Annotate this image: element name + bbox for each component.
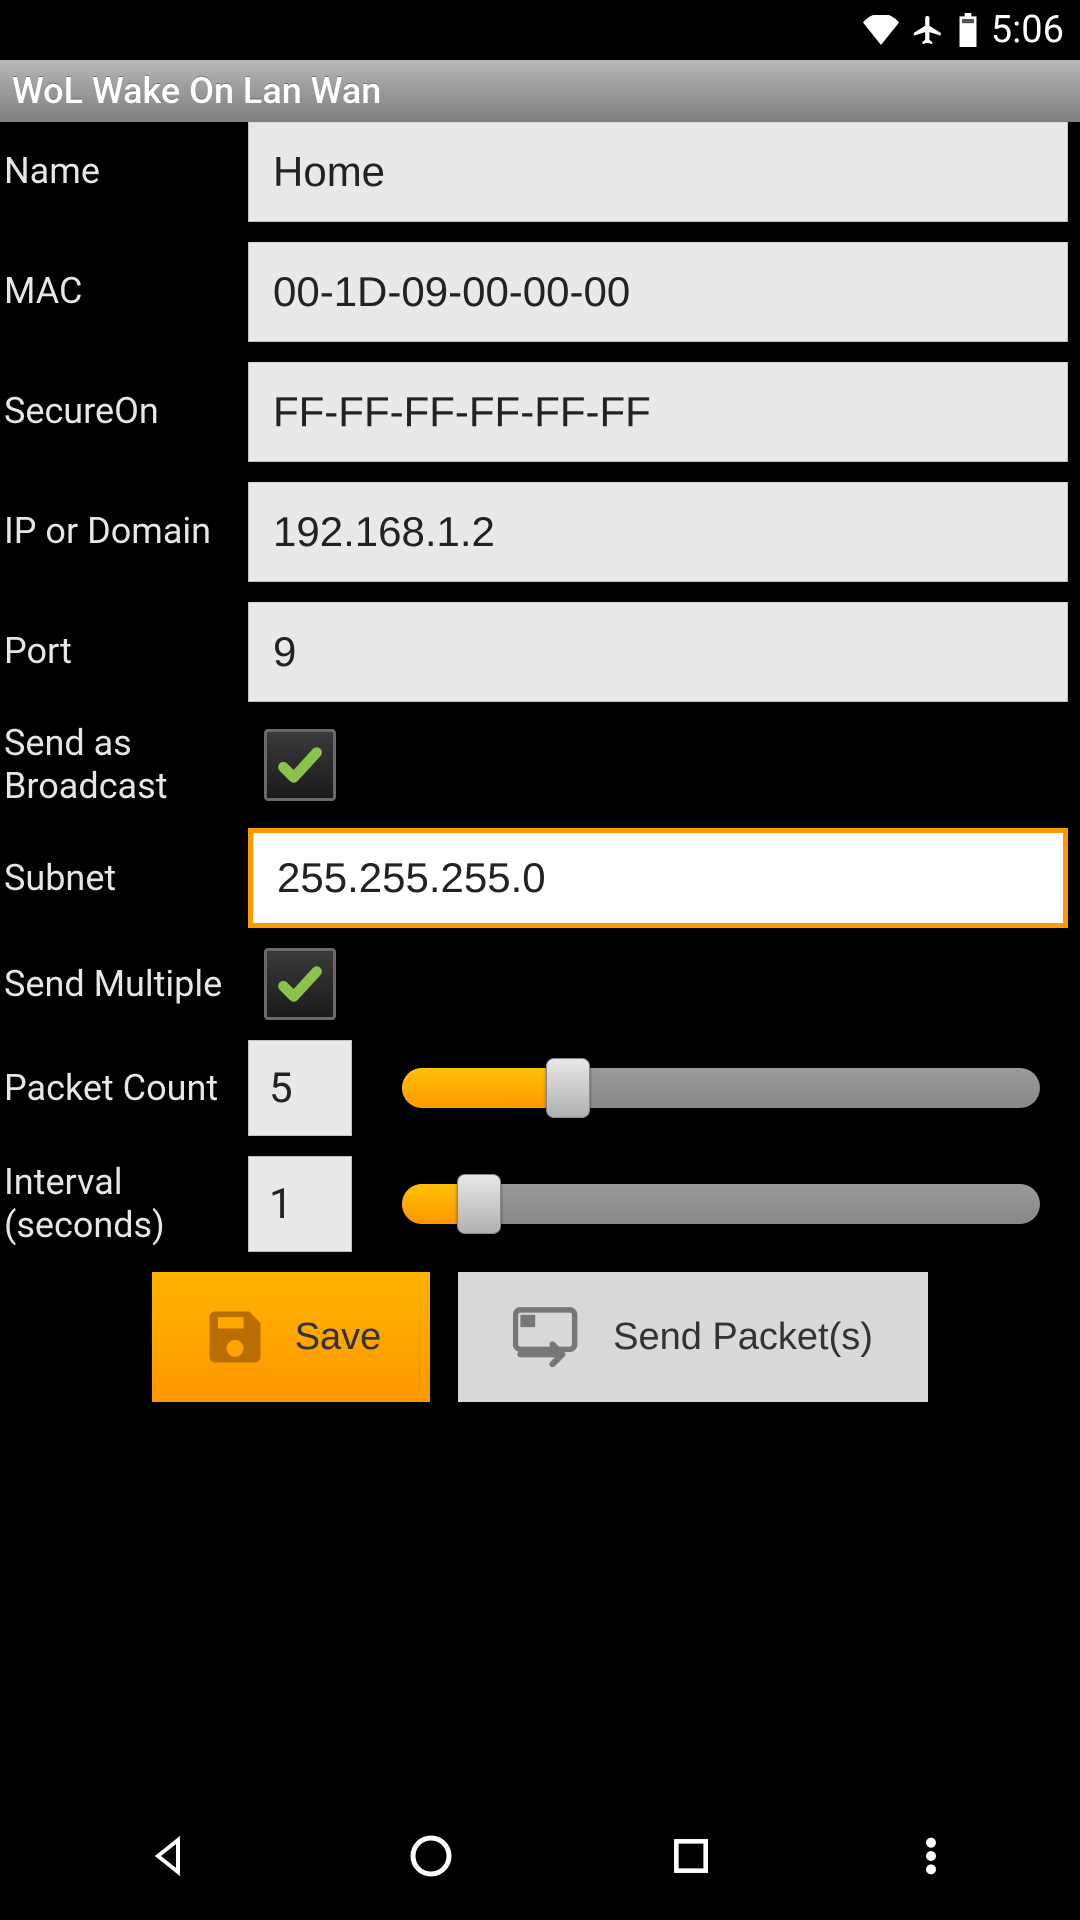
interval-value[interactable]: 1 <box>248 1156 352 1252</box>
app-title: WoL Wake On Lan Wan <box>12 70 381 112</box>
save-button-label: Save <box>295 1316 382 1359</box>
name-input[interactable] <box>248 122 1068 222</box>
label-broadcast: Send as Broadcast <box>0 722 248 808</box>
wifi-icon <box>863 15 899 45</box>
row-mac: MAC <box>0 242 1080 342</box>
row-multiple: Send Multiple <box>0 948 1080 1020</box>
airplane-icon <box>911 13 945 47</box>
packet-count-slider[interactable] <box>402 1068 1040 1108</box>
multiple-checkbox[interactable] <box>264 948 336 1020</box>
row-broadcast: Send as Broadcast <box>0 722 1080 808</box>
save-icon <box>201 1303 269 1371</box>
ip-input[interactable] <box>248 482 1068 582</box>
broadcast-checkbox[interactable] <box>264 729 336 801</box>
slider-thumb[interactable] <box>546 1058 590 1118</box>
label-secureon: SecureOn <box>0 390 248 433</box>
row-name: Name <box>0 122 1080 222</box>
row-subnet: Subnet <box>0 828 1080 928</box>
row-packet-count: Packet Count 5 <box>0 1040 1080 1136</box>
label-packet-count: Packet Count <box>0 1067 248 1110</box>
action-buttons: Save Send Packet(s) <box>0 1272 1080 1402</box>
secureon-input[interactable] <box>248 362 1068 462</box>
slider-fill <box>402 1068 568 1108</box>
label-mac: MAC <box>0 270 248 313</box>
row-interval: Interval (seconds) 1 <box>0 1156 1080 1252</box>
android-nav-bar <box>0 1792 1080 1920</box>
subnet-input[interactable] <box>248 828 1068 928</box>
save-button[interactable]: Save <box>152 1272 430 1402</box>
clock-text: 5:06 <box>991 8 1064 52</box>
check-icon <box>275 959 325 1009</box>
send-icon <box>513 1307 587 1367</box>
label-port: Port <box>0 630 248 673</box>
battery-icon <box>957 13 979 47</box>
slider-thumb[interactable] <box>457 1174 501 1234</box>
row-port: Port <box>0 602 1080 702</box>
port-input[interactable] <box>248 602 1068 702</box>
app-title-bar: WoL Wake On Lan Wan <box>0 60 1080 122</box>
label-subnet: Subnet <box>0 857 248 900</box>
row-ip: IP or Domain <box>0 482 1080 582</box>
recent-apps-button[interactable] <box>655 1820 727 1892</box>
label-ip: IP or Domain <box>0 510 248 553</box>
row-secureon: SecureOn <box>0 362 1080 462</box>
label-name: Name <box>0 150 248 193</box>
label-interval: Interval (seconds) <box>0 1161 248 1247</box>
config-form: Name MAC SecureOn IP or Domain Port Send… <box>0 122 1080 1402</box>
label-multiple: Send Multiple <box>0 963 248 1006</box>
back-button[interactable] <box>134 1820 206 1892</box>
check-icon <box>275 740 325 790</box>
packet-count-value[interactable]: 5 <box>248 1040 352 1136</box>
send-button-label: Send Packet(s) <box>613 1316 873 1359</box>
home-button[interactable] <box>395 1820 467 1892</box>
status-bar: 5:06 <box>0 0 1080 60</box>
send-packets-button[interactable]: Send Packet(s) <box>458 1272 928 1402</box>
interval-slider[interactable] <box>402 1184 1040 1224</box>
mac-input[interactable] <box>248 242 1068 342</box>
overflow-menu-button[interactable] <box>916 1820 946 1892</box>
